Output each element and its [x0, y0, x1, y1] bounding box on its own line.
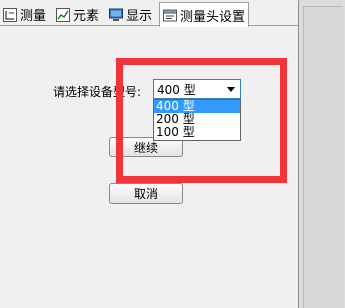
tab-label: 测量头设置 [180, 9, 246, 25]
model-select-value: 400 型 [157, 82, 196, 97]
measure-icon [3, 7, 17, 22]
tab-label: 显示 [126, 9, 153, 24]
tab-bar: 测量 元素 显示 测量头设置 [0, 0, 298, 27]
model-select-label: 请选择设备型号: [53, 85, 142, 99]
tab-measure[interactable]: 测量 [0, 4, 49, 25]
tab-display[interactable]: 显示 [106, 4, 155, 25]
display-monitor-icon [109, 8, 123, 22]
model-option-100[interactable]: 100 型 [154, 126, 240, 139]
side-panel-inner [303, 6, 343, 308]
tab-elements[interactable]: 元素 [53, 4, 102, 25]
model-select[interactable]: 400 型 [153, 79, 241, 99]
model-dropdown-list: 400 型 200 型 100 型 [153, 99, 241, 141]
probe-settings-icon [163, 8, 177, 22]
probe-settings-panel [0, 26, 298, 308]
tab-probe-settings[interactable]: 测量头设置 [159, 2, 250, 27]
tab-label: 元素 [73, 9, 100, 24]
tab-label: 测量 [20, 9, 47, 24]
side-panel [298, 0, 345, 308]
element-chart-icon [56, 7, 70, 22]
chevron-down-icon[interactable] [227, 87, 235, 92]
cancel-button[interactable]: 取消 [109, 183, 183, 204]
